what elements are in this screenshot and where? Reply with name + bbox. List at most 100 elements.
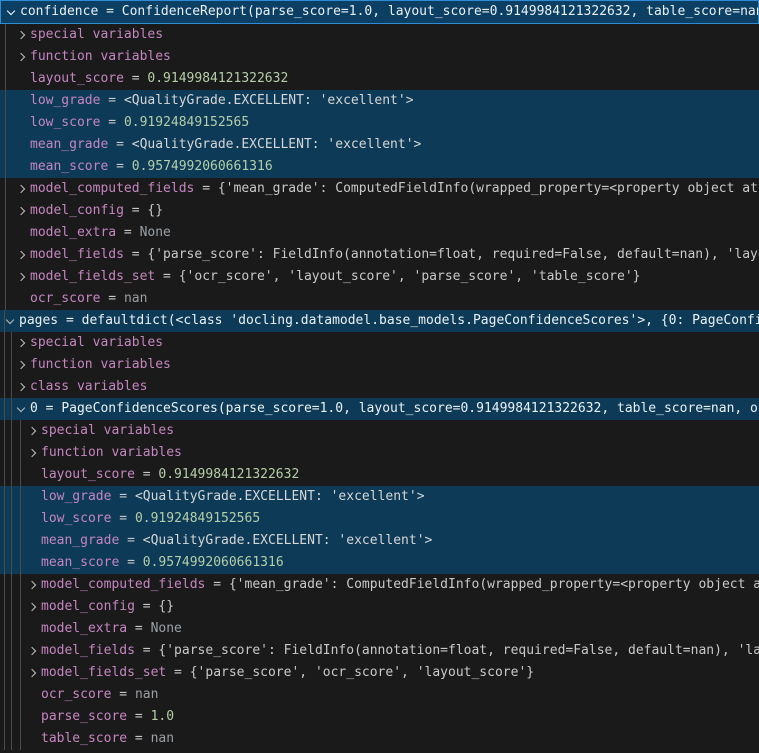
variable-value: ConfidenceReport(parse_score=1.0, layout… — [122, 4, 759, 19]
equals-sign: = — [98, 4, 121, 19]
variable-name: model_fields — [41, 643, 135, 658]
variable-row[interactable]: mean_score = 0.9574992060661316 — [0, 552, 759, 574]
variable-name: low_grade — [41, 489, 111, 504]
variable-row[interactable]: pages = defaultdict(<class 'docling.data… — [0, 310, 759, 332]
variable-row[interactable]: low_grade = <QualityGrade.EXCELLENT: 'ex… — [0, 90, 759, 112]
chevron-down-icon[interactable] — [17, 404, 25, 412]
chevron-right-icon[interactable] — [28, 449, 36, 457]
equals-sign: = — [135, 467, 158, 482]
equals-sign: = — [119, 533, 142, 548]
variable-row[interactable]: low_score = 0.91924849152565 — [0, 112, 759, 134]
indent-guide — [20, 420, 21, 442]
indent-guide — [5, 90, 6, 112]
variable-row[interactable]: function variables — [0, 354, 759, 376]
variable-row[interactable]: mean_grade = <QualityGrade.EXCELLENT: 'e… — [0, 134, 759, 156]
indent-guide — [4, 464, 5, 486]
chevron-right-icon[interactable] — [28, 581, 36, 589]
variable-row[interactable]: layout_score = 0.9149984121322632 — [0, 68, 759, 90]
variables-tree: confidence = ConfidenceReport(parse_scor… — [0, 0, 759, 750]
variable-row[interactable]: mean_score = 0.9574992060661316 — [0, 156, 759, 178]
chevron-right-icon[interactable] — [17, 383, 25, 391]
chevron-right-icon[interactable] — [17, 185, 25, 193]
chevron-right-icon[interactable] — [28, 603, 36, 611]
variable-row[interactable]: model_computed_fields = {'mean_grade': C… — [0, 574, 759, 596]
variable-row[interactable]: low_score = 0.91924849152565 — [0, 508, 759, 530]
chevron-right-icon[interactable] — [17, 339, 25, 347]
variable-row[interactable]: special variables — [0, 332, 759, 354]
variable-row[interactable]: model_fields_set = {'parse_score', 'ocr_… — [0, 662, 759, 684]
variable-row[interactable]: confidence = ConfidenceReport(parse_scor… — [0, 0, 759, 24]
variable-row[interactable]: low_grade = <QualityGrade.EXCELLENT: 'ex… — [0, 486, 759, 508]
variable-row[interactable]: table_score = nan — [0, 728, 759, 750]
indent-guide — [5, 68, 6, 90]
variable-row[interactable]: function variables — [0, 442, 759, 464]
equals-sign: = — [205, 577, 228, 592]
chevron-right-icon[interactable] — [17, 53, 25, 61]
chevron-right-icon[interactable] — [17, 251, 25, 259]
indent-guide — [11, 398, 12, 420]
chevron-right-icon[interactable] — [28, 669, 36, 677]
variable-row[interactable]: special variables — [0, 24, 759, 46]
chevron-right-icon[interactable] — [28, 647, 36, 655]
indent-guide — [11, 420, 12, 442]
variable-row[interactable]: model_extra = None — [0, 222, 759, 244]
variable-row[interactable]: layout_score = 0.9149984121322632 — [0, 464, 759, 486]
indent-guide — [20, 596, 21, 618]
variable-value: defaultdict(<class 'docling.datamodel.ba… — [82, 313, 759, 328]
chevron-right-icon[interactable] — [28, 427, 36, 435]
variable-row[interactable]: model_extra = None — [0, 618, 759, 640]
variable-row[interactable]: model_computed_fields = {'mean_grade': C… — [0, 178, 759, 200]
chevron-right-icon[interactable] — [17, 361, 25, 369]
variable-row[interactable]: parse_score = 1.0 — [0, 706, 759, 728]
chevron-down-icon[interactable] — [7, 7, 15, 15]
variable-row[interactable]: special variables — [0, 420, 759, 442]
variable-name: mean_score — [41, 555, 119, 570]
variable-name: mean_grade — [30, 137, 108, 152]
variable-row[interactable]: model_fields_set = {'ocr_score', 'layout… — [0, 266, 759, 288]
indent-guide — [20, 574, 21, 596]
variable-row[interactable]: class variables — [0, 376, 759, 398]
indent-guide — [11, 662, 12, 684]
equals-sign: = — [127, 709, 150, 724]
indent-guide — [20, 464, 21, 486]
indent-guide — [4, 662, 5, 684]
equals-sign: = — [111, 489, 134, 504]
indent-guide — [11, 442, 12, 464]
indent-guide — [11, 332, 12, 354]
variable-value: 0.9149984121322632 — [147, 71, 288, 86]
indent-guide — [5, 288, 6, 310]
equals-sign: = — [194, 181, 217, 196]
variable-row[interactable]: model_fields = {'parse_score': FieldInfo… — [0, 244, 759, 266]
indent-guide — [5, 244, 6, 266]
indent-guide — [4, 332, 5, 354]
indent-guide — [11, 640, 12, 662]
equals-sign: = — [124, 71, 147, 86]
variable-row[interactable]: ocr_score = nan — [0, 288, 759, 310]
chevron-right-icon[interactable] — [17, 31, 25, 39]
variable-row[interactable]: function variables — [0, 46, 759, 68]
chevron-down-icon[interactable] — [6, 316, 14, 324]
indent-guide — [20, 684, 21, 706]
equals-sign: = — [127, 731, 150, 746]
variable-value: {'parse_score': FieldInfo(annotation=flo… — [158, 643, 759, 658]
chevron-right-icon[interactable] — [17, 273, 25, 281]
variable-name: model_fields_set — [41, 665, 166, 680]
variable-name: model_config — [41, 599, 135, 614]
variable-value: <QualityGrade.EXCELLENT: 'excellent'> — [124, 93, 414, 108]
variable-value: <QualityGrade.EXCELLENT: 'excellent'> — [132, 137, 422, 152]
variable-row[interactable]: ocr_score = nan — [0, 684, 759, 706]
variable-row[interactable]: 0 = PageConfidenceScores(parse_score=1.0… — [0, 398, 759, 420]
variable-row[interactable]: model_config = {} — [0, 200, 759, 222]
indent-guide — [5, 156, 6, 178]
indent-guide — [11, 530, 12, 552]
indent-guide — [5, 24, 6, 46]
equals-sign: = — [100, 93, 123, 108]
indent-guide — [4, 398, 5, 420]
variable-row[interactable]: mean_grade = <QualityGrade.EXCELLENT: 'e… — [0, 530, 759, 552]
equals-sign: = — [155, 269, 178, 284]
indent-guide — [5, 200, 6, 222]
variable-row[interactable]: model_fields = {'parse_score': FieldInfo… — [0, 640, 759, 662]
chevron-right-icon[interactable] — [17, 207, 25, 215]
variable-row[interactable]: model_config = {} — [0, 596, 759, 618]
indent-guide — [11, 486, 12, 508]
